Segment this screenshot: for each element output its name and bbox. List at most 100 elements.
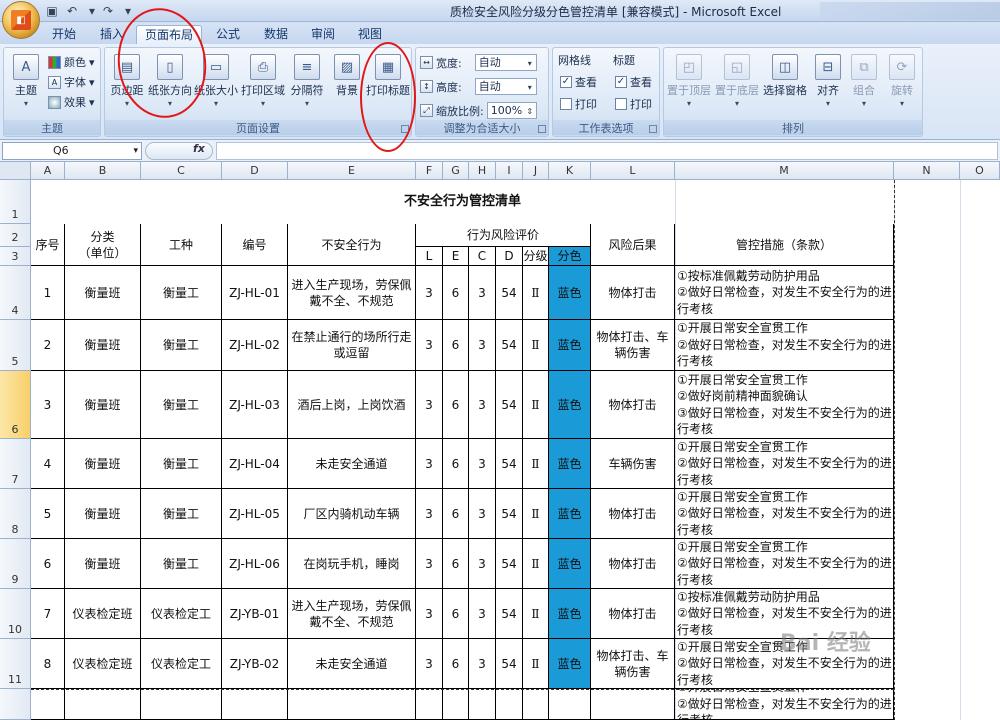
cell-C[interactable]: 3 xyxy=(469,589,496,639)
cell-grade[interactable]: Ⅱ xyxy=(523,639,549,689)
cell-code[interactable] xyxy=(222,689,288,720)
cell-L[interactable]: 3 xyxy=(416,266,443,320)
cell-seq[interactable]: 8 xyxy=(31,639,65,689)
scale-launcher-icon[interactable] xyxy=(538,125,546,133)
cell-code[interactable]: ZJ-YB-01 xyxy=(222,589,288,639)
rotate-button[interactable]: ⟳ 旋转 ▾ xyxy=(884,54,920,108)
column-header[interactable]: L xyxy=(591,162,675,180)
cell-job[interactable]: 衡量工 xyxy=(141,266,222,320)
column-header[interactable]: D xyxy=(222,162,288,180)
cell-color[interactable]: 蓝色 xyxy=(549,489,591,539)
column-header[interactable]: A xyxy=(31,162,65,180)
cell-seq[interactable]: 2 xyxy=(31,320,65,371)
cell-D[interactable]: 54 xyxy=(496,439,523,489)
cell-consequence[interactable]: 物体打击、车辆伤害 xyxy=(591,320,675,371)
column-header[interactable]: G xyxy=(443,162,469,180)
cell-L[interactable]: 3 xyxy=(416,589,443,639)
cell-consequence[interactable]: 车辆伤害 xyxy=(591,439,675,489)
cell-code[interactable]: ZJ-YB-02 xyxy=(222,639,288,689)
cell-job[interactable]: 衡量工 xyxy=(141,439,222,489)
cell-measures[interactable]: ①按标准佩戴劳动防护用品 ②做好日常检查，对发生不安全行为的进行考核 xyxy=(675,266,894,320)
theme-colors-button[interactable]: 颜色 ▾ xyxy=(48,54,95,70)
cell-behavior[interactable]: 进入生产现场，劳保佩戴不全、不规范 xyxy=(288,589,416,639)
cell-color[interactable]: 蓝色 xyxy=(549,371,591,439)
cell-D[interactable]: 54 xyxy=(496,639,523,689)
row-header[interactable]: 9 xyxy=(0,539,31,589)
cell-D[interactable]: 54 xyxy=(496,320,523,371)
undo-dropdown-icon[interactable]: ▾ xyxy=(84,3,100,19)
cell-consequence[interactable]: 物体打击 xyxy=(591,539,675,589)
cell-seq[interactable]: 4 xyxy=(31,439,65,489)
cell-color[interactable]: 蓝色 xyxy=(549,439,591,489)
cell-seq[interactable]: 6 xyxy=(31,539,65,589)
cell-E[interactable]: 6 xyxy=(443,371,469,439)
themes-button[interactable]: A 主题 ▾ xyxy=(6,54,46,108)
formula-input[interactable] xyxy=(216,142,998,160)
cell-measures[interactable]: ①开展日常安全宣贯工作 ②做好日常检查，对发生不安全行为的进行考核 xyxy=(675,439,894,489)
customize-qat-icon[interactable]: ▾ xyxy=(120,3,136,19)
cell-seq[interactable]: 1 xyxy=(31,266,65,320)
gridlines-print-checkbox[interactable]: 打印 xyxy=(560,96,597,112)
cell-behavior[interactable]: 在禁止通行的场所行走或逗留 xyxy=(288,320,416,371)
undo-icon[interactable]: ↶ xyxy=(64,3,80,19)
header-E[interactable]: E xyxy=(443,247,469,266)
redo-icon[interactable]: ↷ xyxy=(100,3,116,19)
cell-D[interactable] xyxy=(496,689,523,720)
save-icon[interactable]: ▣ xyxy=(44,3,60,19)
group-button[interactable]: ⧉ 组合 ▾ xyxy=(846,54,882,108)
cell-D[interactable]: 54 xyxy=(496,539,523,589)
header-code[interactable]: 编号 xyxy=(222,224,288,266)
cell-consequence[interactable]: 物体打击 xyxy=(591,589,675,639)
row-header[interactable]: 3 xyxy=(0,247,31,266)
cell-E[interactable]: 6 xyxy=(443,266,469,320)
header-L[interactable]: L xyxy=(416,247,443,266)
column-header[interactable]: C xyxy=(141,162,222,180)
cell-grade[interactable]: Ⅱ xyxy=(523,489,549,539)
cell-measures[interactable]: ①开展日常安全宣贯工作 ②做好日常检查，对发生不安全行为的进行考核 xyxy=(675,489,894,539)
header-grade[interactable]: 分级 xyxy=(523,247,549,266)
headings-print-checkbox[interactable]: 打印 xyxy=(615,96,652,112)
cell-L[interactable] xyxy=(416,689,443,720)
cell-color[interactable]: 蓝色 xyxy=(549,539,591,589)
cell-measures[interactable]: ①开展日常安全宣贯工作 ②做好日常检查，对发生不安全行为的进行考核 xyxy=(675,689,894,720)
cell-behavior[interactable]: 在岗玩手机，睡岗 xyxy=(288,539,416,589)
cell-job[interactable] xyxy=(141,689,222,720)
row-header[interactable]: 7 xyxy=(0,439,31,489)
cell-consequence[interactable]: 物体打击、车辆伤害 xyxy=(591,639,675,689)
column-header[interactable]: J xyxy=(523,162,549,180)
cell-D[interactable]: 54 xyxy=(496,489,523,539)
cell-grade[interactable]: Ⅱ xyxy=(523,439,549,489)
column-header[interactable]: M xyxy=(675,162,894,180)
cell-D[interactable]: 54 xyxy=(496,266,523,320)
cell-L[interactable]: 3 xyxy=(416,639,443,689)
cell-grade[interactable]: Ⅱ xyxy=(523,589,549,639)
header-D[interactable]: D xyxy=(496,247,523,266)
cell-category[interactable]: 仪表检定班 xyxy=(65,639,141,689)
name-box[interactable]: Q6 ▾ xyxy=(2,142,142,160)
header-measures[interactable]: 管控措施（条款） xyxy=(675,224,894,266)
align-button[interactable]: ⊟ 对齐 ▾ xyxy=(810,54,846,108)
cell-L[interactable]: 3 xyxy=(416,371,443,439)
theme-fonts-button[interactable]: A 字体 ▾ xyxy=(48,74,95,90)
row-header[interactable]: 8 xyxy=(0,489,31,539)
column-header[interactable]: E xyxy=(288,162,416,180)
cell-C[interactable]: 3 xyxy=(469,266,496,320)
cell-C[interactable]: 3 xyxy=(469,639,496,689)
column-header[interactable]: H xyxy=(469,162,496,180)
sheet-title[interactable]: 不安全行为管控清单 xyxy=(31,180,894,224)
cell-category[interactable]: 衡量班 xyxy=(65,489,141,539)
cell-L[interactable]: 3 xyxy=(416,489,443,539)
cell-D[interactable]: 54 xyxy=(496,589,523,639)
cell-seq[interactable]: 7 xyxy=(31,589,65,639)
bring-to-front-button[interactable]: ◰ 置于顶层 ▾ xyxy=(666,54,712,108)
row-header[interactable]: 4 xyxy=(0,266,31,320)
tab-review[interactable]: 审阅 xyxy=(303,25,343,44)
cell-L[interactable]: 3 xyxy=(416,539,443,589)
cell-color[interactable]: 蓝色 xyxy=(549,639,591,689)
cell-L[interactable]: 3 xyxy=(416,439,443,489)
cell-behavior[interactable]: 厂区内骑机动车辆 xyxy=(288,489,416,539)
send-to-back-button[interactable]: ◱ 置于底层 ▾ xyxy=(714,54,760,108)
header-color[interactable]: 分色 xyxy=(549,247,591,266)
cell-L[interactable]: 3 xyxy=(416,320,443,371)
cell-grade[interactable]: Ⅱ xyxy=(523,371,549,439)
